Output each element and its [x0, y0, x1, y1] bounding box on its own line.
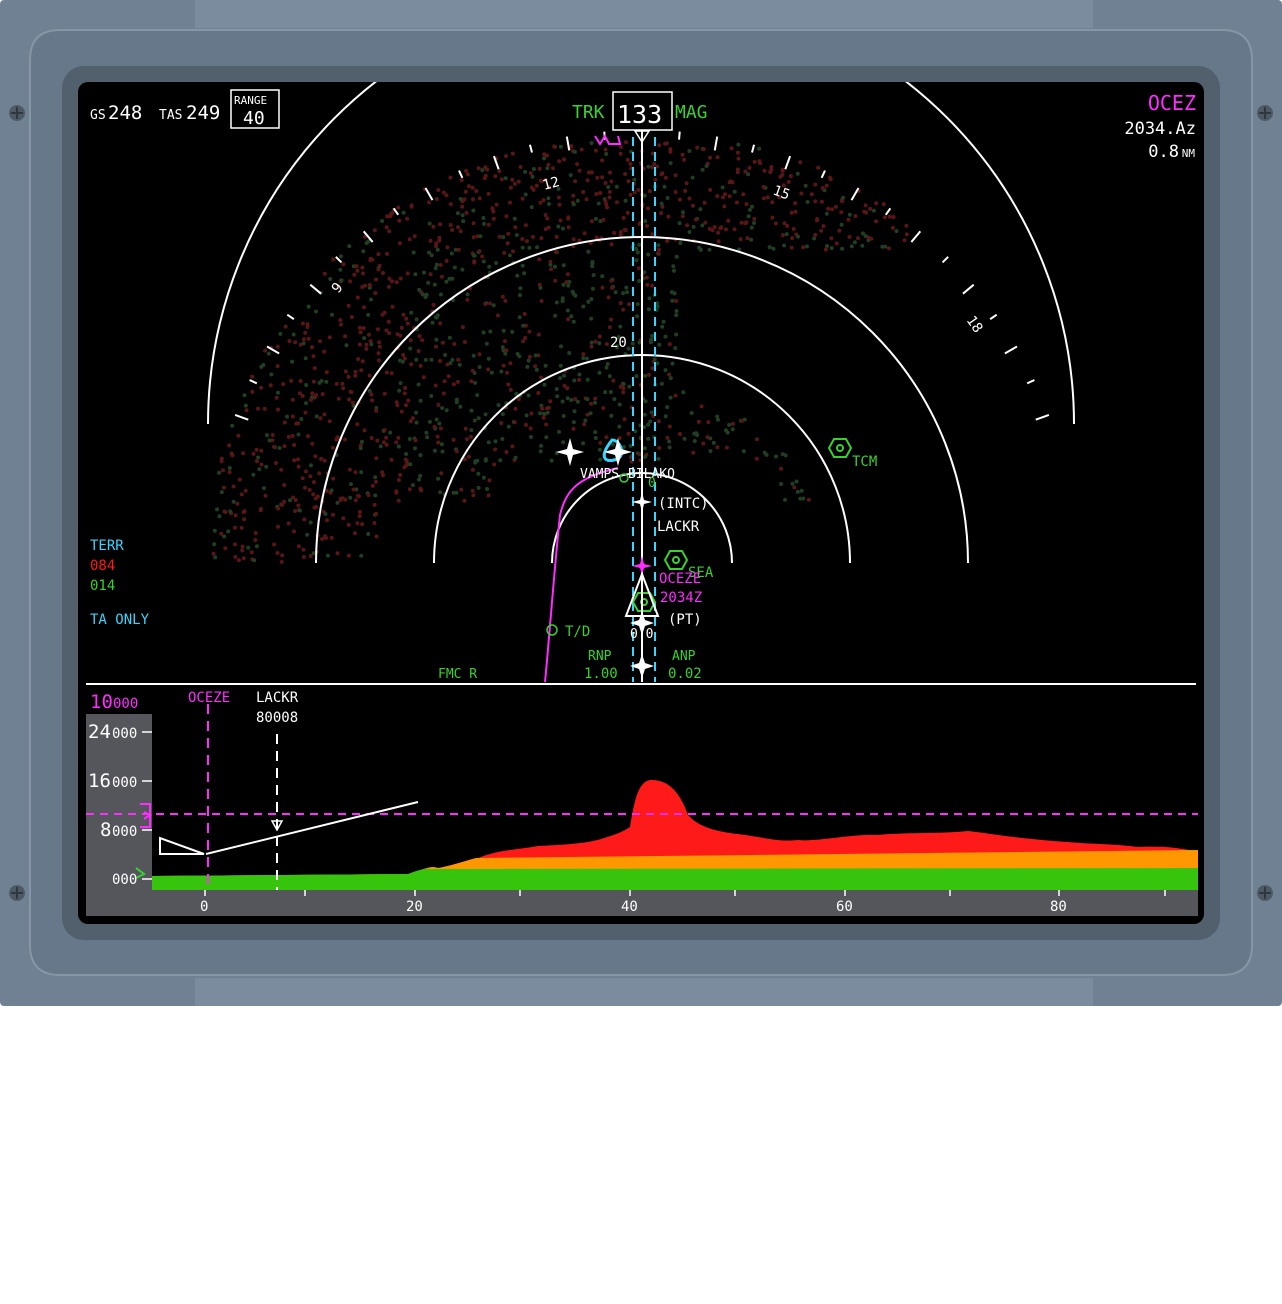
gs-label: GS	[90, 108, 106, 123]
navaid-tcm: TCM	[852, 454, 877, 470]
rnp-value: 1.00	[584, 666, 618, 682]
tas-value: 249	[186, 102, 220, 124]
trk-label: TRK	[572, 102, 605, 123]
waypoint-vamps: VAMPS	[580, 467, 619, 482]
mag-label: MAG	[675, 102, 708, 123]
rnp-label: RNP	[588, 649, 612, 664]
vsd-selected-alt-big: 10	[90, 691, 113, 713]
alt-tick-0-small: 000	[112, 872, 137, 888]
waypoint-pt: (PT)	[668, 612, 702, 628]
screw-icon	[1257, 105, 1273, 121]
distance-readout: 0.0	[630, 627, 653, 642]
anp-value: 0.02	[668, 666, 702, 682]
heading-value: 133	[617, 100, 662, 129]
distance-unit: NM	[1182, 147, 1196, 160]
active-waypoint-distance: 0.8	[1148, 142, 1179, 162]
waypoint-intc: (INTC)	[658, 496, 709, 512]
vsd-oceze-label: OCEZE	[188, 690, 230, 706]
screw-icon	[9, 885, 25, 901]
tcas-mode: TA ONLY	[90, 612, 150, 628]
vsd-lackr-label: LACKR	[256, 690, 299, 706]
dist-tick-20: 20	[406, 899, 423, 915]
waypoint-oceze: OCEZE	[659, 571, 701, 587]
terr-high: 084	[90, 558, 115, 574]
range-mark-label: 20	[610, 335, 627, 351]
alt-tick-16-small: 000	[112, 775, 137, 791]
dist-tick-40: 40	[621, 899, 638, 915]
alt-tick-24-small: 000	[112, 726, 137, 742]
dist-tick-0: 0	[200, 899, 208, 915]
terr-low: 014	[90, 578, 115, 594]
gs-value: 248	[108, 102, 142, 124]
anp-label: ANP	[672, 649, 696, 664]
terr-title: TERR	[90, 538, 124, 554]
alt-tick-8-small: 000	[112, 824, 137, 840]
alt-tick-24-big: 24	[88, 721, 111, 743]
alt-tick-16-big: 16	[88, 770, 111, 792]
vsd-lackr-altitude: 80008	[256, 710, 298, 726]
active-waypoint-eta: 2034.Az	[1124, 119, 1196, 139]
range-label: RANGE	[234, 94, 267, 107]
dist-tick-80: 80	[1050, 899, 1067, 915]
navigation-display: 9 12 15 18 20 GS 248 TAS 249 RANGE 40 TR…	[78, 82, 1204, 924]
dist-tick-60: 60	[836, 899, 853, 915]
active-waypoint-name: OCEZ	[1148, 91, 1196, 115]
tas-label: TAS	[159, 108, 182, 123]
alt-tick-8-big: 8	[100, 819, 111, 841]
fmc-source: FMC R	[438, 667, 477, 682]
vsd-selected-alt-small: 000	[113, 696, 138, 712]
vsd-distance-scale	[152, 890, 1198, 916]
screw-icon	[9, 105, 25, 121]
waypoint-lackr: LACKR	[657, 519, 700, 535]
top-of-descent-label: T/D	[565, 624, 590, 640]
range-value: 40	[243, 108, 265, 129]
screw-icon	[1257, 885, 1273, 901]
co-label: 0	[648, 476, 656, 491]
waypoint-eta: 2034Z	[660, 590, 702, 606]
